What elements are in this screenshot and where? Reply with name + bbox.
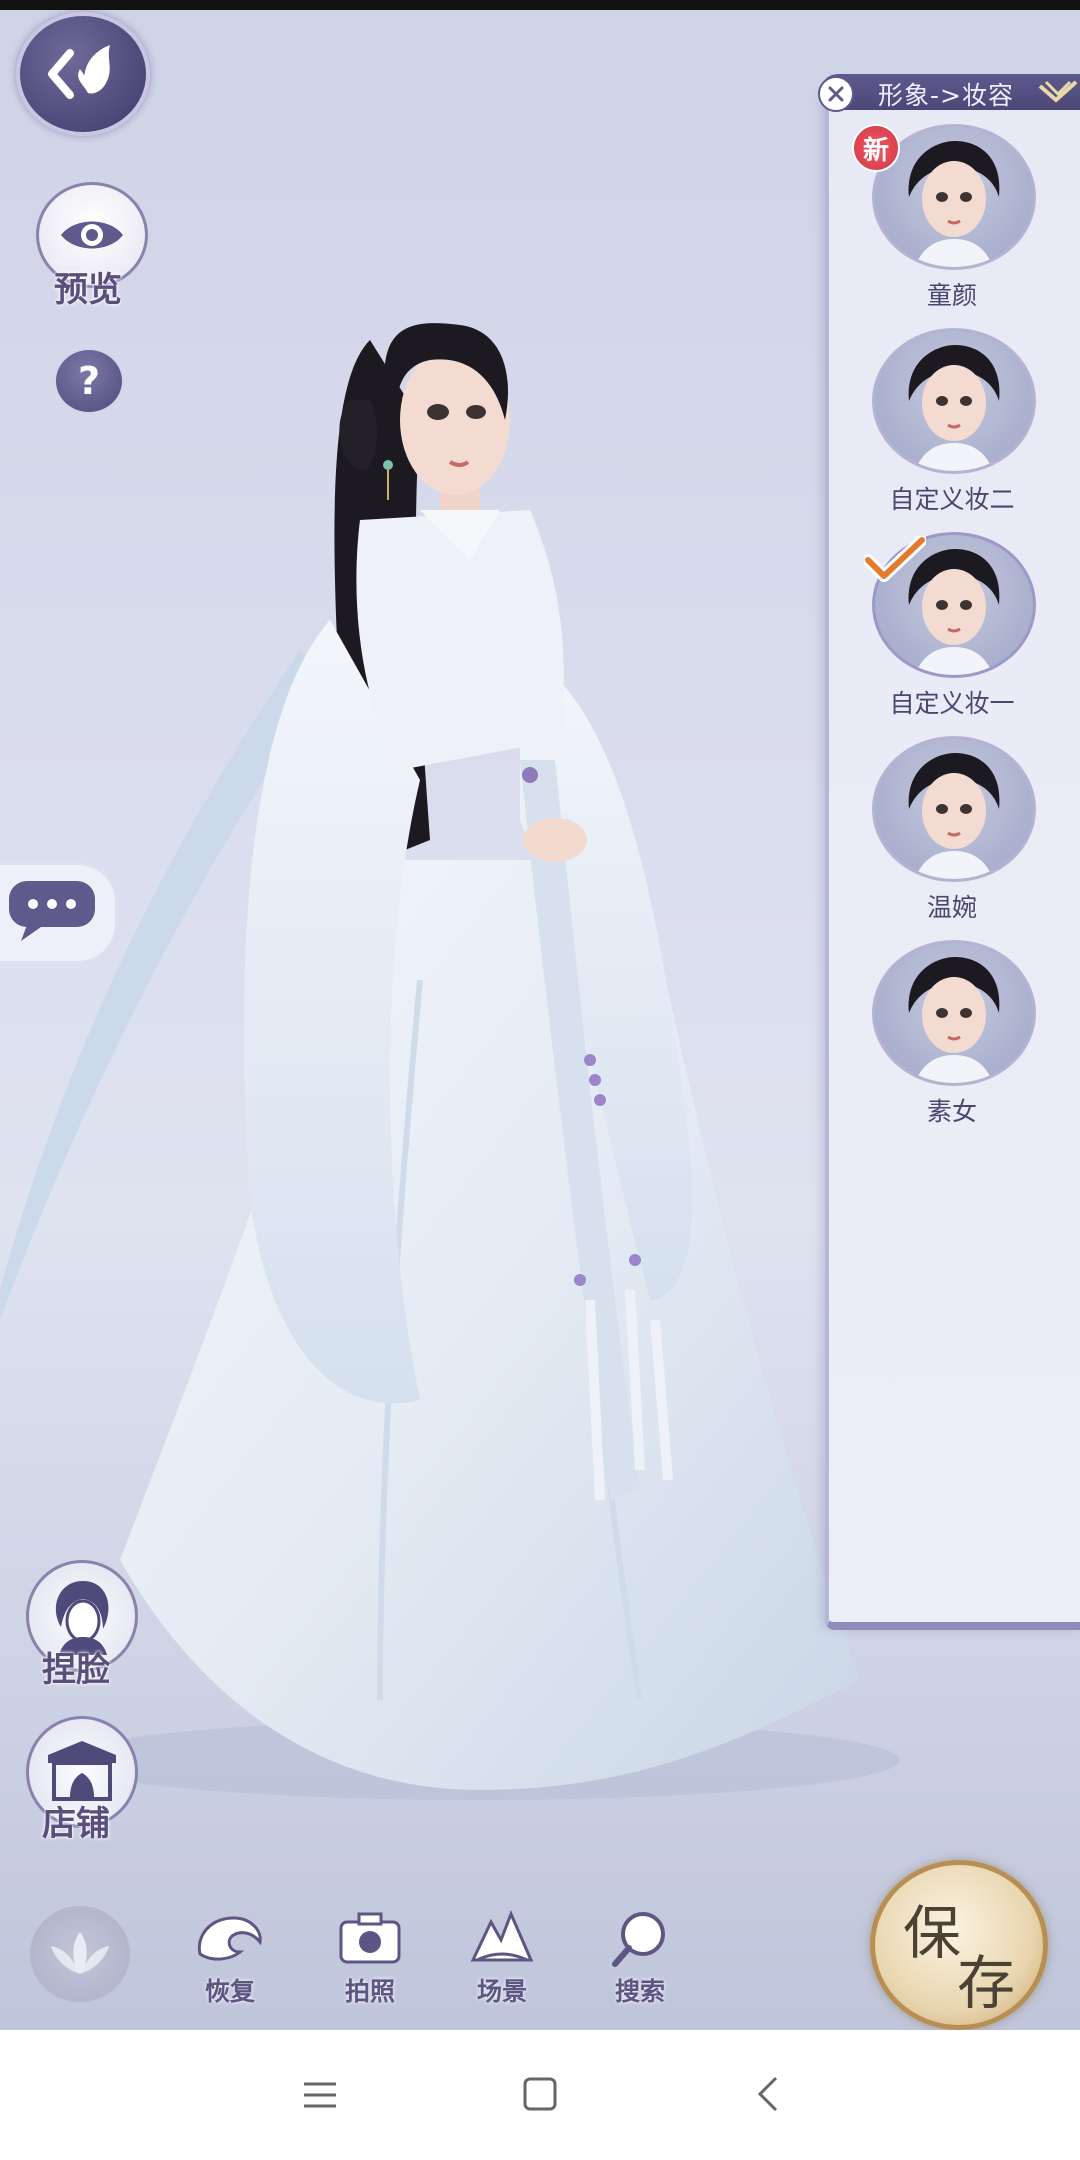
- photo-tool[interactable]: 拍照: [320, 1908, 420, 2008]
- chat-bubble-icon: [9, 881, 95, 941]
- save-button[interactable]: 保 存: [870, 1860, 1048, 2030]
- restore-tool[interactable]: 恢复: [180, 1908, 280, 2008]
- look-name: 童颜: [926, 281, 977, 310]
- system-nav-bar: [0, 2030, 1080, 2160]
- look-name: 素女: [926, 1097, 977, 1126]
- photo-label: 拍照: [344, 1977, 395, 2006]
- save-char-2: 存: [957, 1949, 1016, 2017]
- look-item[interactable]: 自定义妆二: [872, 328, 1036, 516]
- selected-check-icon: [864, 536, 926, 582]
- preview-label: 预览: [54, 270, 122, 310]
- camera-icon: [339, 1912, 401, 1964]
- search-tool[interactable]: 搜索: [590, 1908, 690, 2008]
- look-item[interactable]: 素女: [872, 940, 1036, 1128]
- screen: 预览 ? 捏脸 店铺 形象->妆容 童颜 新 自定义妆二 自定义妆一 温婉 素女…: [0, 0, 1080, 2160]
- panel-close-button[interactable]: [818, 76, 854, 112]
- face-sculpt-label: 捏脸: [42, 1650, 110, 1690]
- home-icon[interactable]: [520, 2074, 560, 2114]
- collapse-chevron-icon[interactable]: [1036, 78, 1080, 108]
- back-icon[interactable]: [752, 2074, 786, 2114]
- new-badge: 新: [852, 124, 900, 172]
- panel-breadcrumb: 形象->妆容: [878, 81, 1014, 110]
- game-scene: 预览 ? 捏脸 店铺 形象->妆容 童颜 新 自定义妆二 自定义妆一 温婉 素女…: [0, 0, 1080, 2030]
- help-button[interactable]: ?: [54, 348, 124, 414]
- eye-icon: [61, 221, 123, 249]
- help-icon: ?: [77, 359, 101, 403]
- status-bar: [0, 0, 1080, 10]
- look-item[interactable]: 温婉: [872, 736, 1036, 924]
- scene-label: 场景: [476, 1977, 527, 2006]
- look-name: 自定义妆一: [889, 689, 1015, 718]
- lotus-menu-button[interactable]: [30, 1906, 130, 2002]
- new-badge-text: 新: [862, 135, 889, 166]
- look-name: 自定义妆二: [889, 485, 1015, 514]
- menu-icon[interactable]: [300, 2078, 340, 2112]
- save-char-1: 保: [903, 1899, 962, 1967]
- search-icon: [612, 1912, 665, 1967]
- mountain-scene-icon: [470, 1910, 534, 1962]
- chat-button[interactable]: [0, 862, 118, 964]
- restore-label: 恢复: [204, 1977, 255, 2006]
- portrait-icon: [908, 957, 1000, 1083]
- scene-tool[interactable]: 场景: [452, 1908, 552, 2008]
- portrait-icon: [908, 753, 1000, 879]
- portrait-icon: [908, 345, 1000, 471]
- close-icon: [828, 86, 844, 102]
- look-name: 温婉: [926, 893, 977, 922]
- back-butterfly-icon: [48, 45, 110, 99]
- search-label: 搜索: [614, 1977, 665, 2006]
- save-text: 保 存: [889, 1880, 1029, 2017]
- look-thumbnail: [872, 736, 1036, 882]
- back-button[interactable]: [16, 12, 150, 136]
- shop-label: 店铺: [42, 1804, 110, 1844]
- wave-restore-icon: [197, 1916, 262, 1961]
- look-thumbnail: [872, 940, 1036, 1086]
- look-thumbnail: [872, 328, 1036, 474]
- lotus-icon: [51, 1932, 109, 1974]
